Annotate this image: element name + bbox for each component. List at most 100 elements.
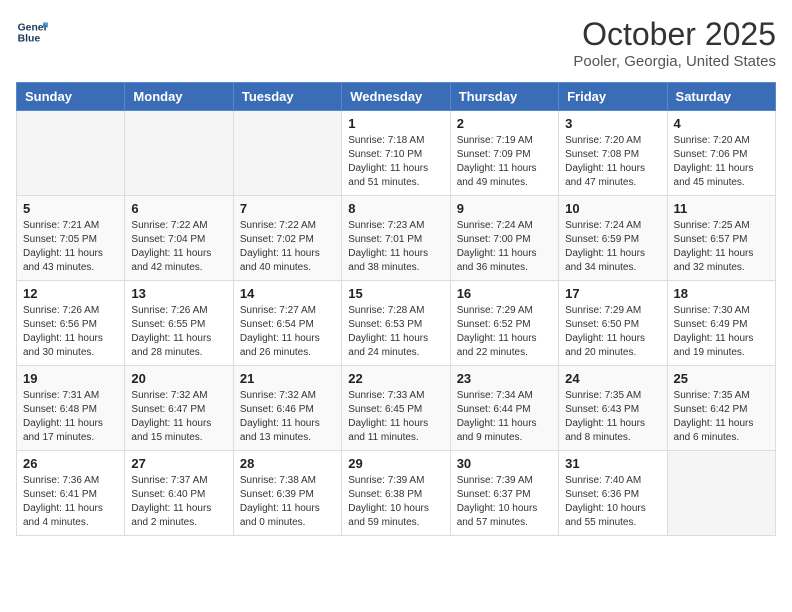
calendar-day-cell: 1 Sunrise: 7:18 AM Sunset: 7:10 PM Daylig… (342, 111, 450, 196)
day-number: 18 (674, 286, 769, 301)
calendar-week-row: 19Sunrise: 7:31 AM Sunset: 6:48 PM Dayli… (17, 366, 776, 451)
day-info: Sunrise: 7:28 AM Sunset: 6:53 PM Dayligh… (348, 304, 443, 360)
day-info: Sunrise: 7:22 AM Sunset: 7:04 PM Dayligh… (131, 219, 226, 275)
calendar-day-cell: 21 Sunrise: 7:32 AM Sunset: 6:46 PM Dayli… (233, 366, 341, 451)
day-number: 30 (457, 456, 552, 471)
calendar-day-cell: 17 Sunrise: 7:29 AM Sunset: 6:50 PM Dayli… (559, 281, 667, 366)
day-info: Sunrise: 7:31 AM Sunset: 6:48 PM Dayligh… (23, 389, 118, 445)
calendar-day-cell: 13Sunrise: 7:26 AM Sunset: 6:55 PM Dayli… (125, 281, 233, 366)
calendar-day-cell: 16Sunrise: 7:29 AM Sunset: 6:52 PM Dayli… (450, 281, 558, 366)
day-of-week-header: Wednesday (342, 83, 450, 111)
day-number: 14 (240, 286, 335, 301)
day-info: Sunrise: 7:27 AM Sunset: 6:54 PM Dayligh… (240, 304, 335, 360)
calendar-day-cell: 10 Sunrise: 7:24 AM Sunset: 6:59 PM Dayli… (559, 196, 667, 281)
svg-text:Blue: Blue (18, 34, 41, 45)
day-info: Sunrise: 7:35 AM Sunset: 6:43 PM Dayligh… (565, 389, 660, 445)
calendar-day-cell: 18Sunrise: 7:30 AM Sunset: 6:49 PM Dayli… (667, 281, 775, 366)
day-info: Sunrise: 7:24 AM Sunset: 7:00 PM Dayligh… (457, 219, 552, 275)
day-info: Sunrise: 7:32 AM Sunset: 6:47 PM Dayligh… (131, 389, 226, 445)
day-info: Sunrise: 7:37 AM Sunset: 6:40 PM Dayligh… (131, 474, 226, 530)
day-number: 11 (674, 201, 769, 216)
calendar-day-cell: 7 Sunrise: 7:22 AM Sunset: 7:02 PM Daylig… (233, 196, 341, 281)
title-block: October 2025 Pooler, Georgia, United Sta… (573, 16, 776, 70)
calendar-day-cell: 23 Sunrise: 7:34 AM Sunset: 6:44 PM Dayli… (450, 366, 558, 451)
day-number: 26 (23, 456, 118, 471)
day-of-week-header: Monday (125, 83, 233, 111)
day-info: Sunrise: 7:34 AM Sunset: 6:44 PM Dayligh… (457, 389, 552, 445)
calendar-day-cell: 27 Sunrise: 7:37 AM Sunset: 6:40 PM Dayli… (125, 451, 233, 536)
day-number: 21 (240, 371, 335, 386)
calendar-day-cell: 28 Sunrise: 7:38 AM Sunset: 6:39 PM Dayli… (233, 451, 341, 536)
day-number: 5 (23, 201, 118, 216)
day-of-week-header: Thursday (450, 83, 558, 111)
calendar-day-cell: 11 Sunrise: 7:25 AM Sunset: 6:57 PM Dayli… (667, 196, 775, 281)
calendar-day-cell: 29 Sunrise: 7:39 AM Sunset: 6:38 PM Dayli… (342, 451, 450, 536)
calendar-day-cell: 26Sunrise: 7:36 AM Sunset: 6:41 PM Dayli… (17, 451, 125, 536)
calendar-day-cell: 9 Sunrise: 7:24 AM Sunset: 7:00 PM Daylig… (450, 196, 558, 281)
day-number: 23 (457, 371, 552, 386)
logo-icon: General Blue (16, 16, 48, 48)
day-number: 3 (565, 116, 660, 131)
day-number: 10 (565, 201, 660, 216)
calendar-day-cell: 14 Sunrise: 7:27 AM Sunset: 6:54 PM Dayli… (233, 281, 341, 366)
day-info: Sunrise: 7:39 AM Sunset: 6:38 PM Dayligh… (348, 474, 443, 530)
day-info: Sunrise: 7:33 AM Sunset: 6:45 PM Dayligh… (348, 389, 443, 445)
day-number: 22 (348, 371, 443, 386)
calendar-day-cell: 3 Sunrise: 7:20 AM Sunset: 7:08 PM Daylig… (559, 111, 667, 196)
calendar-day-cell: 24Sunrise: 7:35 AM Sunset: 6:43 PM Dayli… (559, 366, 667, 451)
month-title: October 2025 (573, 16, 776, 53)
calendar-week-row: 26Sunrise: 7:36 AM Sunset: 6:41 PM Dayli… (17, 451, 776, 536)
calendar-day-cell: 30Sunrise: 7:39 AM Sunset: 6:37 PM Dayli… (450, 451, 558, 536)
day-number: 29 (348, 456, 443, 471)
calendar-table: SundayMondayTuesdayWednesdayThursdayFrid… (16, 82, 776, 536)
day-number: 15 (348, 286, 443, 301)
day-info: Sunrise: 7:29 AM Sunset: 6:50 PM Dayligh… (565, 304, 660, 360)
calendar-day-cell: 5 Sunrise: 7:21 AM Sunset: 7:05 PM Daylig… (17, 196, 125, 281)
calendar-day-cell (233, 111, 341, 196)
day-number: 7 (240, 201, 335, 216)
calendar-week-row: 5 Sunrise: 7:21 AM Sunset: 7:05 PM Daylig… (17, 196, 776, 281)
calendar-day-cell: 20Sunrise: 7:32 AM Sunset: 6:47 PM Dayli… (125, 366, 233, 451)
calendar-day-cell: 2 Sunrise: 7:19 AM Sunset: 7:09 PM Daylig… (450, 111, 558, 196)
day-number: 12 (23, 286, 118, 301)
day-info: Sunrise: 7:29 AM Sunset: 6:52 PM Dayligh… (457, 304, 552, 360)
page-header: General Blue October 2025 Pooler, Georgi… (16, 16, 776, 70)
day-info: Sunrise: 7:35 AM Sunset: 6:42 PM Dayligh… (674, 389, 769, 445)
calendar-day-cell: 22 Sunrise: 7:33 AM Sunset: 6:45 PM Dayli… (342, 366, 450, 451)
day-info: Sunrise: 7:26 AM Sunset: 6:56 PM Dayligh… (23, 304, 118, 360)
calendar-day-cell: 8Sunrise: 7:23 AM Sunset: 7:01 PM Daylig… (342, 196, 450, 281)
day-info: Sunrise: 7:19 AM Sunset: 7:09 PM Dayligh… (457, 134, 552, 190)
day-number: 2 (457, 116, 552, 131)
calendar-day-cell: 6 Sunrise: 7:22 AM Sunset: 7:04 PM Daylig… (125, 196, 233, 281)
day-info: Sunrise: 7:32 AM Sunset: 6:46 PM Dayligh… (240, 389, 335, 445)
day-number: 28 (240, 456, 335, 471)
day-number: 6 (131, 201, 226, 216)
day-info: Sunrise: 7:24 AM Sunset: 6:59 PM Dayligh… (565, 219, 660, 275)
calendar-week-row: 12 Sunrise: 7:26 AM Sunset: 6:56 PM Dayli… (17, 281, 776, 366)
day-number: 4 (674, 116, 769, 131)
day-number: 9 (457, 201, 552, 216)
day-number: 31 (565, 456, 660, 471)
day-number: 1 (348, 116, 443, 131)
day-info: Sunrise: 7:21 AM Sunset: 7:05 PM Dayligh… (23, 219, 118, 275)
day-info: Sunrise: 7:22 AM Sunset: 7:02 PM Dayligh… (240, 219, 335, 275)
calendar-week-row: 1 Sunrise: 7:18 AM Sunset: 7:10 PM Daylig… (17, 111, 776, 196)
day-of-week-header: Sunday (17, 83, 125, 111)
location: Pooler, Georgia, United States (573, 53, 776, 70)
day-info: Sunrise: 7:18 AM Sunset: 7:10 PM Dayligh… (348, 134, 443, 190)
day-number: 25 (674, 371, 769, 386)
calendar-day-cell (125, 111, 233, 196)
day-of-week-header: Friday (559, 83, 667, 111)
day-info: Sunrise: 7:38 AM Sunset: 6:39 PM Dayligh… (240, 474, 335, 530)
day-info: Sunrise: 7:25 AM Sunset: 6:57 PM Dayligh… (674, 219, 769, 275)
calendar-day-cell: 31 Sunrise: 7:40 AM Sunset: 6:36 PM Dayli… (559, 451, 667, 536)
day-info: Sunrise: 7:26 AM Sunset: 6:55 PM Dayligh… (131, 304, 226, 360)
calendar-day-cell: 25 Sunrise: 7:35 AM Sunset: 6:42 PM Dayli… (667, 366, 775, 451)
calendar-day-cell (17, 111, 125, 196)
day-info: Sunrise: 7:20 AM Sunset: 7:08 PM Dayligh… (565, 134, 660, 190)
day-number: 17 (565, 286, 660, 301)
day-info: Sunrise: 7:23 AM Sunset: 7:01 PM Dayligh… (348, 219, 443, 275)
calendar-day-cell (667, 451, 775, 536)
day-info: Sunrise: 7:40 AM Sunset: 6:36 PM Dayligh… (565, 474, 660, 530)
day-number: 27 (131, 456, 226, 471)
